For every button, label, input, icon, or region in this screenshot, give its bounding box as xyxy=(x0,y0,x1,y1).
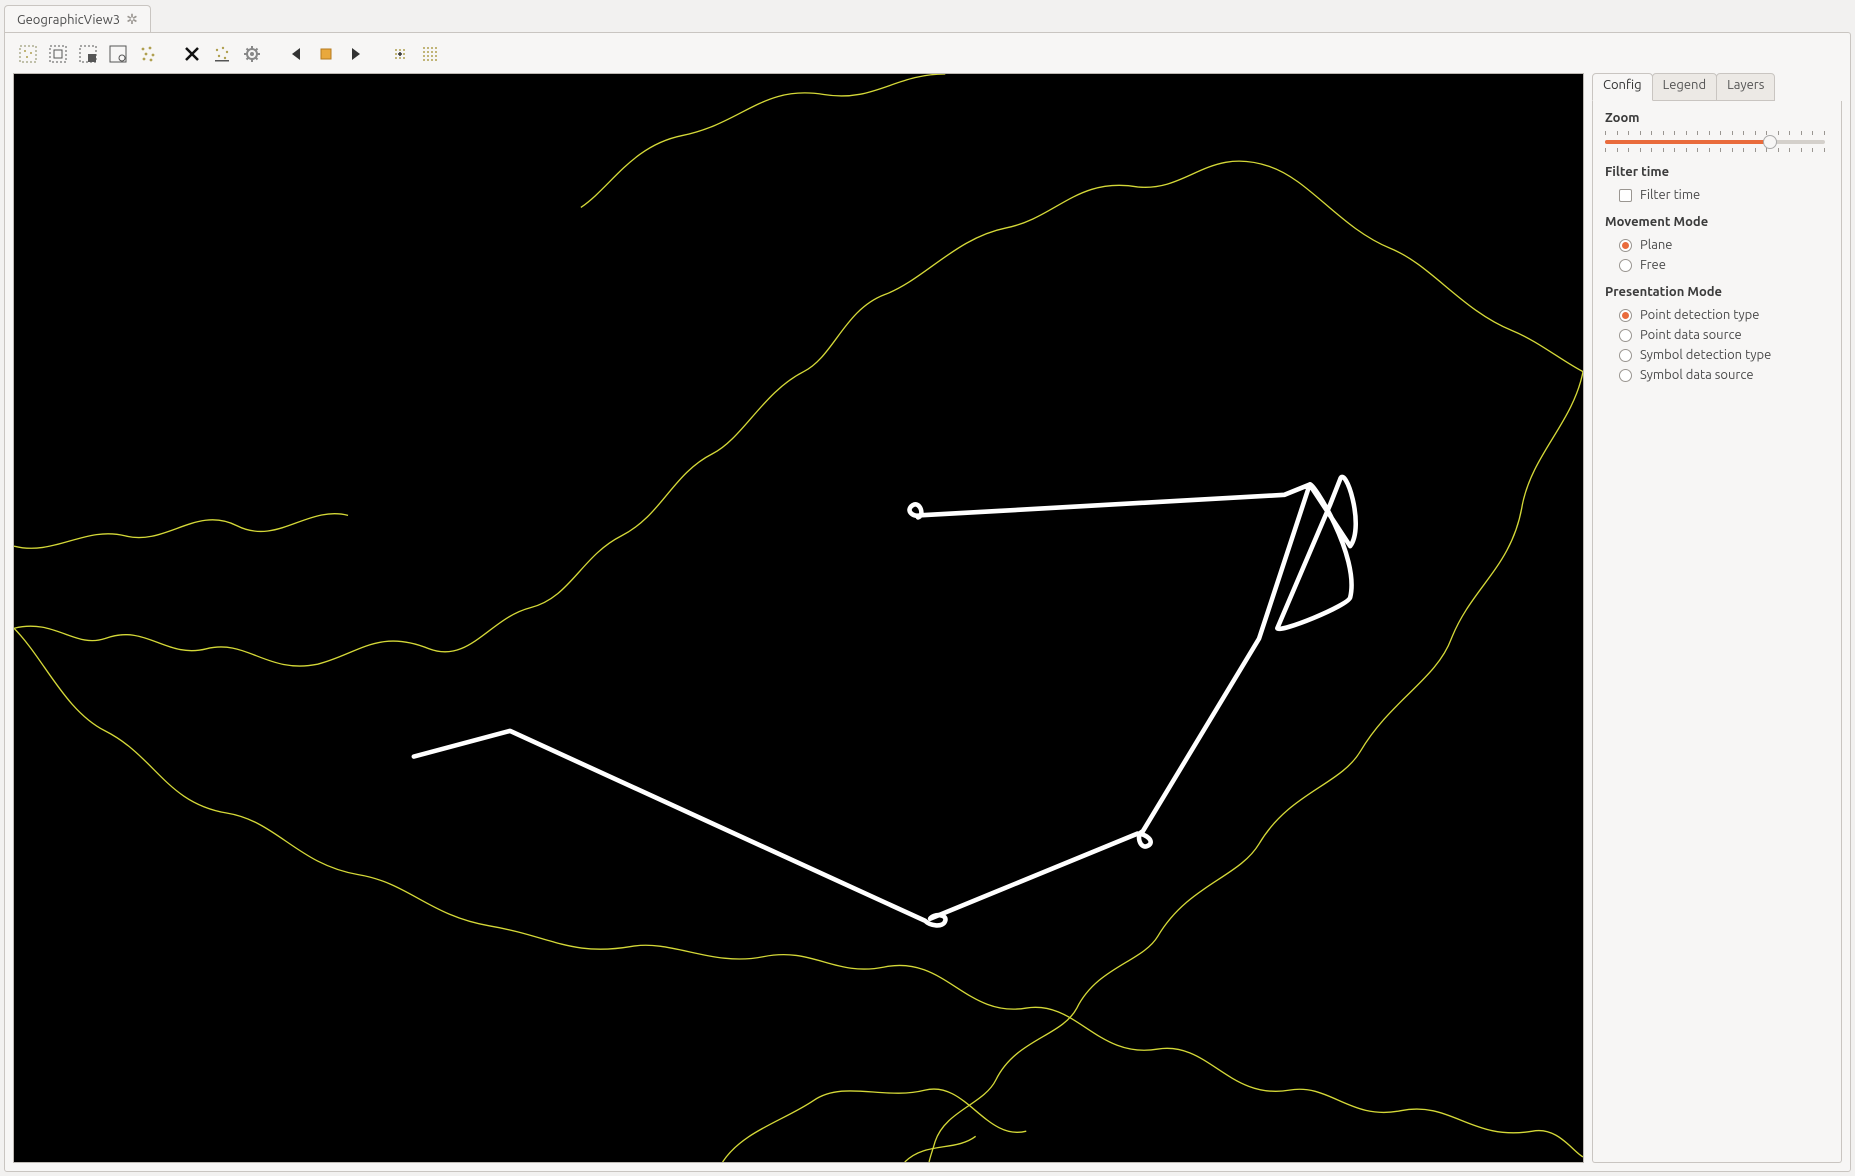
x-icon xyxy=(182,44,202,64)
radio-icon[interactable] xyxy=(1619,309,1632,322)
radio-label: Point detection type xyxy=(1640,308,1759,322)
movement-mode-title: Movement Mode xyxy=(1605,215,1829,229)
window-tab-geographic-view[interactable]: GeographicView3 ✲ xyxy=(4,5,151,32)
movement-mode-plane[interactable]: Plane xyxy=(1605,235,1829,255)
select-scatter-icon xyxy=(138,44,158,64)
map-canvas[interactable] xyxy=(13,73,1584,1163)
play-forward-button[interactable] xyxy=(343,41,369,67)
filter-time-title: Filter time xyxy=(1605,165,1829,179)
grid-add-icon xyxy=(390,44,410,64)
play-back-button[interactable] xyxy=(283,41,309,67)
zoom-title: Zoom xyxy=(1605,111,1829,125)
stop-button[interactable] xyxy=(313,41,339,67)
play-back-icon xyxy=(286,44,306,64)
presentation-point-detection[interactable]: Point detection type xyxy=(1605,305,1829,325)
side-panel: Config Legend Layers Zoom Filter time xyxy=(1592,73,1842,1163)
movement-mode-free[interactable]: Free xyxy=(1605,255,1829,275)
radio-icon[interactable] xyxy=(1619,239,1632,252)
presentation-mode-title: Presentation Mode xyxy=(1605,285,1829,299)
zoom-slider[interactable] xyxy=(1605,131,1825,155)
select-invert-button[interactable] xyxy=(105,41,131,67)
clear-button[interactable] xyxy=(179,41,205,67)
radio-icon[interactable] xyxy=(1619,259,1632,272)
play-forward-icon xyxy=(346,44,366,64)
config-panel-body: Zoom Filter time Filter time Movement Mo… xyxy=(1592,101,1842,1163)
scatter-points-button[interactable] xyxy=(209,41,235,67)
window-tab-label: GeographicView3 xyxy=(17,13,120,27)
gear-icon xyxy=(242,44,262,64)
radio-icon[interactable] xyxy=(1619,349,1632,362)
filter-time-label: Filter time xyxy=(1640,188,1700,202)
grid-all-icon xyxy=(420,44,440,64)
scatter-points-icon xyxy=(212,44,232,64)
select-invert-icon xyxy=(108,44,128,64)
select-area-icon xyxy=(18,44,38,64)
gear-icon: ✲ xyxy=(126,11,138,28)
main-row: Config Legend Layers Zoom Filter time xyxy=(13,73,1842,1163)
side-tabs: Config Legend Layers xyxy=(1592,73,1842,101)
settings-button[interactable] xyxy=(239,41,265,67)
checkbox-icon[interactable] xyxy=(1619,189,1632,202)
map-svg xyxy=(14,74,1583,1162)
select-add-button[interactable] xyxy=(75,41,101,67)
stop-icon xyxy=(316,44,336,64)
content-frame: Config Legend Layers Zoom Filter time xyxy=(4,32,1851,1172)
window-tabbar: GeographicView3 ✲ xyxy=(0,0,1855,32)
slider-ticks-bot xyxy=(1605,148,1825,152)
presentation-symbol-source[interactable]: Symbol data source xyxy=(1605,365,1829,385)
radio-label: Symbol detection type xyxy=(1640,348,1771,362)
presentation-point-source[interactable]: Point data source xyxy=(1605,325,1829,345)
select-rect-button[interactable] xyxy=(45,41,71,67)
tab-layers[interactable]: Layers xyxy=(1716,73,1775,101)
tab-config[interactable]: Config xyxy=(1592,73,1653,101)
radio-label: Plane xyxy=(1640,238,1673,252)
tab-legend[interactable]: Legend xyxy=(1652,73,1717,101)
select-scatter-button[interactable] xyxy=(135,41,161,67)
presentation-symbol-detection[interactable]: Symbol detection type xyxy=(1605,345,1829,365)
radio-label: Point data source xyxy=(1640,328,1742,342)
grid-all-button[interactable] xyxy=(417,41,443,67)
slider-thumb[interactable] xyxy=(1763,135,1777,149)
slider-ticks-top xyxy=(1605,131,1825,135)
radio-icon[interactable] xyxy=(1619,369,1632,382)
select-add-icon xyxy=(78,44,98,64)
filter-time-checkbox-row[interactable]: Filter time xyxy=(1605,185,1829,205)
app-window: GeographicView3 ✲ xyxy=(0,0,1855,1176)
radio-icon[interactable] xyxy=(1619,329,1632,342)
select-area-button[interactable] xyxy=(15,41,41,67)
toolbar xyxy=(13,41,1842,73)
radio-label: Free xyxy=(1640,258,1666,272)
slider-fill xyxy=(1605,140,1770,144)
select-rect-icon xyxy=(48,44,68,64)
radio-label: Symbol data source xyxy=(1640,368,1754,382)
grid-add-button[interactable] xyxy=(387,41,413,67)
